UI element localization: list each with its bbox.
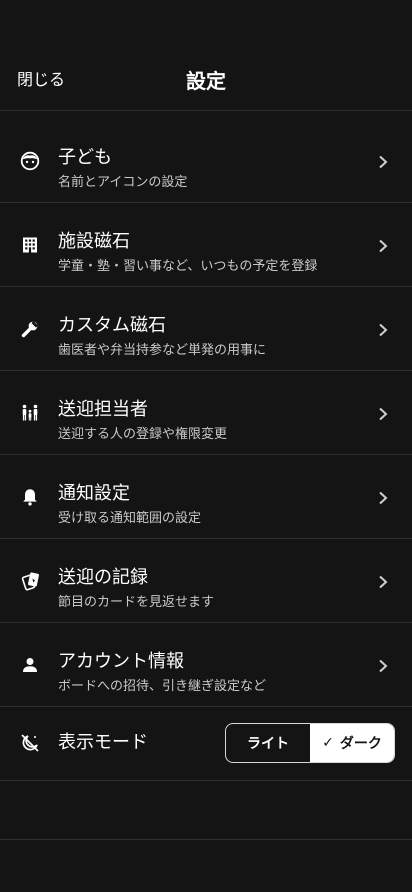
light-mode-option[interactable]: ライト bbox=[226, 724, 310, 762]
display-mode-label: 表示モード bbox=[58, 732, 148, 753]
theme-icon bbox=[20, 733, 40, 753]
settings-item-label: 子ども bbox=[58, 147, 112, 168]
settings-item-label: アカウント情報 bbox=[58, 651, 184, 672]
wrench-icon bbox=[20, 319, 40, 339]
settings-item-description: 送迎する人の登録や権限変更 bbox=[58, 427, 228, 442]
chevron-right-icon bbox=[378, 574, 388, 589]
divider bbox=[0, 839, 412, 840]
chevron-right-icon bbox=[378, 238, 388, 253]
child-face-icon bbox=[20, 151, 40, 171]
settings-item-pickup-persons[interactable]: 送迎担当者 送迎する人の登録や権限変更 bbox=[0, 371, 412, 454]
divider bbox=[0, 780, 412, 781]
page-title: 設定 bbox=[186, 69, 226, 93]
settings-item-children[interactable]: 子ども 名前とアイコンの設定 bbox=[0, 119, 412, 202]
settings-item-description: ボードへの招待、引き継ぎ設定など bbox=[58, 679, 267, 694]
divider bbox=[0, 110, 412, 111]
chevron-right-icon bbox=[378, 406, 388, 421]
settings-item-description: 学童・塾・習い事など、いつもの予定を登録 bbox=[58, 259, 318, 274]
settings-item-description: 受け取る通知範囲の設定 bbox=[58, 511, 202, 526]
dark-mode-option-label: ダーク bbox=[339, 736, 382, 752]
settings-item-label: 送迎担当者 bbox=[58, 399, 148, 420]
display-mode-row: 表示モード ライト ✓ ダーク bbox=[0, 707, 412, 780]
settings-item-account[interactable]: アカウント情報 ボードへの招待、引き継ぎ設定など bbox=[0, 623, 412, 706]
settings-item-description: 名前とアイコンの設定 bbox=[58, 175, 188, 190]
family-icon bbox=[20, 403, 40, 423]
chevron-right-icon bbox=[378, 322, 388, 337]
dark-mode-option[interactable]: ✓ ダーク bbox=[310, 724, 394, 762]
person-icon bbox=[20, 655, 40, 675]
settings-item-label: 送迎の記録 bbox=[58, 567, 148, 588]
settings-item-description: 節目のカードを見返せます bbox=[58, 595, 215, 610]
chevron-right-icon bbox=[378, 154, 388, 169]
chevron-right-icon bbox=[378, 658, 388, 673]
settings-item-label: カスタム磁石 bbox=[58, 315, 166, 336]
cards-icon bbox=[20, 571, 40, 591]
settings-item-label: 施設磁石 bbox=[58, 231, 130, 252]
display-mode-toggle[interactable]: ライト ✓ ダーク bbox=[225, 723, 395, 763]
header: 閉じる 設定 bbox=[0, 0, 412, 111]
chevron-right-icon bbox=[378, 490, 388, 505]
check-icon: ✓ bbox=[322, 735, 334, 751]
bell-icon bbox=[20, 487, 40, 507]
settings-item-label: 通知設定 bbox=[58, 483, 130, 504]
settings-item-description: 歯医者や弁当持参など単発の用事に bbox=[58, 343, 267, 358]
settings-item-custom-magnets[interactable]: カスタム磁石 歯医者や弁当持参など単発の用事に bbox=[0, 287, 412, 370]
settings-item-notifications[interactable]: 通知設定 受け取る通知範囲の設定 bbox=[0, 455, 412, 538]
building-icon bbox=[20, 235, 40, 255]
settings-item-records[interactable]: 送迎の記録 節目のカードを見返せます bbox=[0, 539, 412, 622]
settings-item-facility-magnets[interactable]: 施設磁石 学童・塾・習い事など、いつもの予定を登録 bbox=[0, 203, 412, 286]
